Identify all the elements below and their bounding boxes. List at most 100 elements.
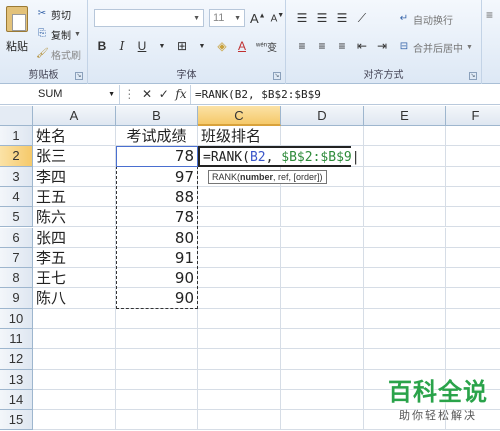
cell-f12[interactable] [446,349,500,370]
shrink-font-button[interactable]: A▼ [271,12,285,24]
cell-f10[interactable] [446,309,500,329]
cell-b7[interactable]: 91 [116,247,198,269]
dialog-launcher-icon[interactable]: ↘ [469,72,477,80]
cell-f7[interactable] [446,248,500,269]
copy-button[interactable]: ⎘ 复制 ▼ [36,26,81,42]
cell-d6[interactable] [281,227,364,248]
merge-center-button[interactable]: ⊟ 合并后居中 ▼ [398,38,473,56]
orientation-icon[interactable]: ⟋ [356,11,368,26]
cell-d11[interactable] [281,329,364,350]
cell-a9[interactable]: 陈八 [33,288,116,309]
cell-e11[interactable] [364,329,446,350]
row-header-3[interactable]: 3 [0,166,33,187]
cell-d5[interactable] [281,207,364,228]
row-header-1[interactable]: 1 [0,126,33,147]
cell-f9[interactable] [446,288,500,309]
cell-f3[interactable] [446,167,500,187]
cell-a6[interactable]: 张四 [33,227,116,248]
row-header-5[interactable]: 5 [0,207,33,228]
row-header-11[interactable]: 11 [0,329,33,350]
dialog-launcher-icon[interactable]: ↘ [273,72,281,80]
cell-b3[interactable]: 97 [116,166,198,187]
cell-d9[interactable] [281,288,364,309]
cell-d1[interactable] [281,126,364,147]
cell-d10[interactable] [281,308,364,329]
column-header-f[interactable]: F [446,106,500,126]
cell-b12[interactable] [116,349,198,370]
cell-a12[interactable] [33,349,116,370]
cell-b11[interactable] [116,329,198,350]
cell-d13[interactable] [281,369,364,390]
border-icon[interactable]: ⊞ [176,39,188,53]
cell-a10[interactable] [33,308,116,329]
column-header-b[interactable]: B [116,106,198,126]
cell-f11[interactable] [446,329,500,350]
cell-e8[interactable] [364,268,446,289]
cell-e2[interactable] [364,146,446,167]
cell-e5[interactable] [364,207,446,228]
cell-b6[interactable]: 80 [116,227,198,248]
cell-b8[interactable]: 90 [116,268,198,289]
column-header-e[interactable]: E [364,106,446,126]
select-all-corner[interactable] [0,106,33,126]
cell-b5[interactable]: 78 [116,207,198,228]
cell-e10[interactable] [364,308,446,329]
align-left-icon[interactable]: ≡ [296,39,308,53]
cell-b2[interactable]: 78 [116,146,198,167]
cell-a5[interactable]: 陈六 [33,207,116,228]
row-header-13[interactable]: 13 [0,369,33,390]
align-bottom-icon[interactable]: ☰ [336,11,348,25]
dialog-launcher-icon[interactable]: ↘ [75,72,83,80]
cell-b15[interactable] [116,410,198,431]
align-center-icon[interactable]: ≡ [316,39,328,53]
row-header-4[interactable]: 4 [0,186,33,208]
column-header-d[interactable]: D [281,106,364,126]
formula-input[interactable]: =RANK(B2, $B$2:$B$9 [190,84,500,104]
column-header-a[interactable]: A [33,106,116,126]
cell-d15[interactable] [281,410,364,431]
chevron-down-icon[interactable]: ▼ [196,43,208,50]
format-painter-button[interactable]: 🖌 格式刷 [36,46,81,62]
cell-a3[interactable]: 李四 [33,166,116,187]
phonetic-button[interactable]: wén变 [256,39,277,53]
wrap-text-button[interactable]: ↵ 自动换行 [398,10,453,28]
cell-b14[interactable] [116,389,198,411]
cell-f4[interactable] [446,187,500,208]
cell-a8[interactable]: 王七 [33,268,116,289]
cell-c5[interactable] [198,207,281,228]
chevron-down-icon[interactable]: ▼ [108,91,115,98]
row-header-8[interactable]: 8 [0,268,33,289]
cell-a1[interactable]: 姓名 [33,126,116,147]
cell-d4[interactable] [281,186,364,208]
indent-decrease-icon[interactable]: ⇤ [356,39,368,53]
cell-d7[interactable] [281,247,364,269]
cell-e9[interactable] [364,288,446,309]
cell-b4[interactable]: 88 [116,186,198,208]
cell-a14[interactable] [33,389,116,411]
cell-a7[interactable]: 李五 [33,247,116,269]
cell-b9[interactable]: 90 [116,288,198,309]
cell-a15[interactable] [33,410,116,431]
fill-color-icon[interactable]: ◈ [216,39,228,53]
cell-f6[interactable] [446,228,500,248]
number-format-icon[interactable]: ≡ [486,8,493,22]
cell-c14[interactable] [198,389,281,411]
cell-b13[interactable] [116,369,198,390]
row-header-12[interactable]: 12 [0,349,33,370]
cell-c12[interactable] [198,349,281,370]
column-header-c[interactable]: C [198,106,281,126]
cell-e1[interactable] [364,126,446,147]
cell-c6[interactable] [198,227,281,248]
cell-b10[interactable] [116,308,198,329]
cut-button[interactable]: ✂ 剪切 [36,6,71,22]
cell-e12[interactable] [364,349,446,370]
cell-c7[interactable] [198,247,281,269]
align-top-icon[interactable]: ☰ [296,11,308,25]
cell-c15[interactable] [198,410,281,431]
cell-e4[interactable] [364,186,446,208]
row-header-6[interactable]: 6 [0,227,33,248]
cell-e3[interactable] [364,166,446,187]
cell-c1[interactable]: 班级排名 [198,126,281,147]
cell-a11[interactable] [33,329,116,350]
grow-font-button[interactable]: A▲ [250,11,266,26]
